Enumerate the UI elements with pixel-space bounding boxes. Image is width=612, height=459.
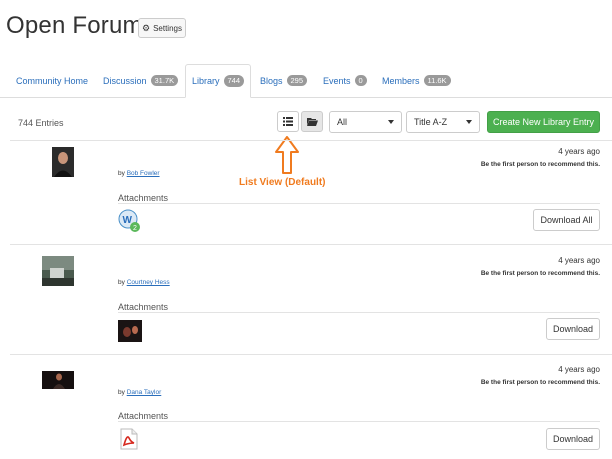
count-badge: 744 xyxy=(223,75,245,87)
attachments-divider xyxy=(118,312,600,313)
tab-label: Events xyxy=(323,75,351,86)
settings-button[interactable]: ⚙ Settings xyxy=(138,18,186,38)
filter-select[interactable]: All xyxy=(329,111,402,133)
count-badge: 0 xyxy=(354,74,367,87)
recommend-text[interactable]: Be the first person to recommend this. xyxy=(460,161,600,168)
folder-view-button[interactable] xyxy=(301,111,323,132)
gear-icon: ⚙ xyxy=(142,22,151,33)
entry-byline: by Bob Fowler xyxy=(118,170,160,177)
tab-library[interactable]: Library 744 xyxy=(185,64,252,98)
list-icon xyxy=(283,117,293,126)
entry-timestamp: 4 years ago xyxy=(558,147,600,156)
tab-label: Community Home xyxy=(16,75,89,86)
attachments-divider xyxy=(118,203,600,204)
entry-thumbnail xyxy=(42,371,74,389)
folder-open-icon xyxy=(306,118,318,126)
author-link[interactable]: Dana Taylor xyxy=(127,389,162,396)
author-link[interactable]: Courtney Hess xyxy=(127,279,170,286)
count-badge: 295 xyxy=(286,74,308,87)
avatar xyxy=(52,147,74,177)
page-title: Open Forum xyxy=(6,12,143,39)
author-link[interactable]: Bob Fowler xyxy=(127,170,160,177)
tab-community-home[interactable]: Community Home xyxy=(16,64,88,97)
pdf-icon[interactable] xyxy=(120,428,138,450)
download-all-button[interactable]: Download All xyxy=(533,209,600,231)
entries-count: 744 Entries xyxy=(18,118,64,128)
video-thumbnail-icon[interactable] xyxy=(118,320,142,342)
tabs-divider xyxy=(0,97,612,98)
attachments-label: Attachments xyxy=(118,411,169,421)
sort-select[interactable]: Title A-Z xyxy=(406,111,480,133)
entry-timestamp: 4 years ago xyxy=(558,256,600,265)
word-document-icon[interactable]: W 2 xyxy=(118,209,142,233)
list-view-button[interactable] xyxy=(277,111,299,132)
filter-select-value: All xyxy=(337,117,348,127)
entry-divider xyxy=(10,244,612,245)
tab-members[interactable]: Members 11.6K xyxy=(382,64,451,97)
chevron-down-icon xyxy=(466,120,472,124)
attachments-divider xyxy=(118,421,600,422)
entry-divider xyxy=(10,140,612,141)
count-badge: 11.6K xyxy=(423,74,451,87)
recommend-text[interactable]: Be the first person to recommend this. xyxy=(460,270,600,277)
entry-byline: by Courtney Hess xyxy=(118,279,170,286)
tab-events[interactable]: Events 0 xyxy=(323,64,367,97)
tab-discussion[interactable]: Discussion 31.7K xyxy=(103,64,179,97)
entry-thumbnail xyxy=(42,256,74,286)
tab-label: Library xyxy=(192,76,220,86)
attachments-label: Attachments xyxy=(118,302,169,312)
count-badge: 31.7K xyxy=(150,74,179,87)
settings-button-label: Settings xyxy=(153,23,182,33)
entry-timestamp: 4 years ago xyxy=(558,365,600,374)
tab-label: Blogs xyxy=(260,75,283,86)
create-library-entry-button[interactable]: Create New Library Entry xyxy=(487,111,600,133)
entry-byline: by Dana Taylor xyxy=(118,389,162,396)
chevron-down-icon xyxy=(388,120,394,124)
attachments-label: Attachments xyxy=(118,193,169,203)
tab-label: Members xyxy=(382,75,420,86)
recommend-text[interactable]: Be the first person to recommend this. xyxy=(460,379,600,386)
tab-label: Discussion xyxy=(103,75,147,86)
download-button[interactable]: Download xyxy=(546,318,600,340)
sort-select-value: Title A-Z xyxy=(414,117,448,127)
svg-text:2: 2 xyxy=(133,225,137,232)
annotation-label: List View (Default) xyxy=(239,177,326,188)
annotation-arrow-icon xyxy=(275,136,299,174)
tab-blogs[interactable]: Blogs 295 xyxy=(260,64,308,97)
entry-divider xyxy=(10,354,612,355)
download-button[interactable]: Download xyxy=(546,428,600,450)
